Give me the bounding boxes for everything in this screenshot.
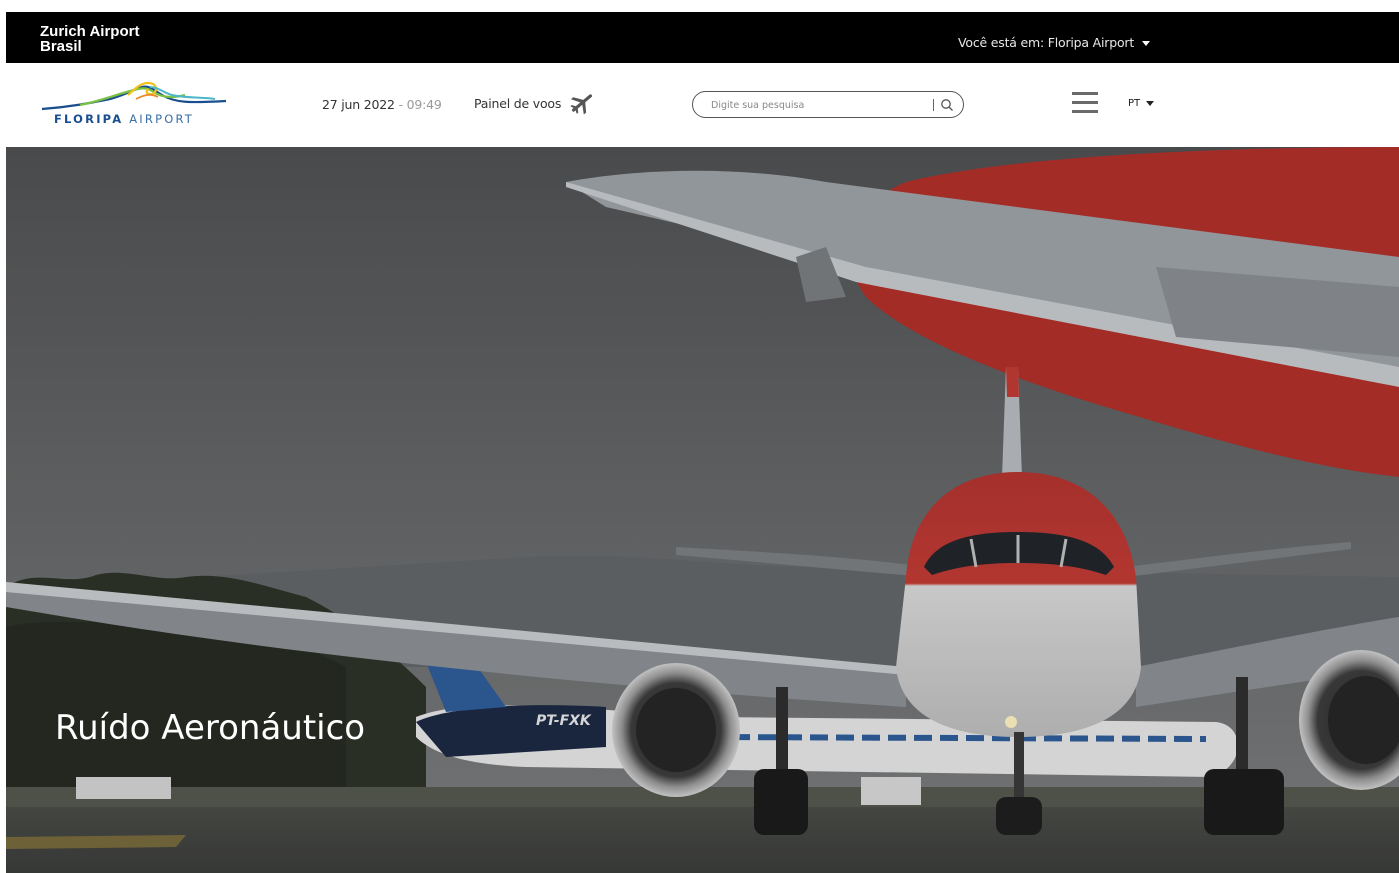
top-bar: Zurich Airport Brasil Você está em: Flor…	[6, 12, 1399, 63]
zurich-airport-brasil-brand[interactable]: Zurich Airport Brasil	[40, 24, 139, 54]
airport-selector[interactable]: Você está em: Floripa Airport	[958, 35, 1151, 50]
logo-wordmark: FLORIPA AIRPORT	[54, 112, 194, 126]
flights-panel-label: Painel de voos	[474, 95, 562, 111]
current-date: 27 jun 2022	[322, 97, 395, 112]
airport-selector-label: Você está em: Floripa Airport	[958, 35, 1135, 50]
floripa-airport-logo[interactable]: FLORIPA AIRPORT	[40, 77, 230, 127]
brand-line-2: Brasil	[40, 38, 82, 55]
language-label: PT	[1128, 98, 1141, 109]
hamburger-menu-icon[interactable]	[1072, 92, 1098, 119]
brand-line-1: Zurich Airport	[40, 23, 140, 40]
language-selector[interactable]: PT	[1128, 98, 1155, 109]
logo-wordmark-bold: FLORIPA	[54, 112, 124, 126]
caret-down-icon	[1142, 41, 1151, 46]
airplane-icon	[570, 94, 593, 115]
hero-photo-airplanes: PT-FXK	[6, 147, 1399, 873]
search-box[interactable]	[692, 91, 964, 118]
hero-banner: PT-FXK Ruído Aeronáutico	[6, 147, 1399, 873]
caret-down-icon	[1146, 100, 1155, 106]
search-input[interactable]	[709, 96, 913, 115]
search-icon[interactable]	[940, 98, 954, 112]
menu-line	[1072, 110, 1098, 113]
current-datetime: 27 jun 2022 - 09:49	[322, 97, 442, 112]
current-time: 09:49	[406, 97, 442, 112]
search-divider	[933, 99, 934, 111]
hero-title: Ruído Aeronáutico	[55, 707, 366, 748]
site-header: FLORIPA AIRPORT 27 jun 2022 - 09:49 Pain…	[6, 63, 1399, 147]
logo-waves-icon	[41, 81, 227, 111]
menu-line	[1072, 92, 1098, 95]
menu-line	[1072, 101, 1098, 104]
page: Zurich Airport Brasil Você está em: Flor…	[0, 0, 1399, 873]
datetime-separator: -	[394, 97, 407, 112]
logo-wordmark-light: AIRPORT	[129, 112, 195, 126]
flights-panel-link[interactable]: Painel de voos	[474, 91, 595, 115]
